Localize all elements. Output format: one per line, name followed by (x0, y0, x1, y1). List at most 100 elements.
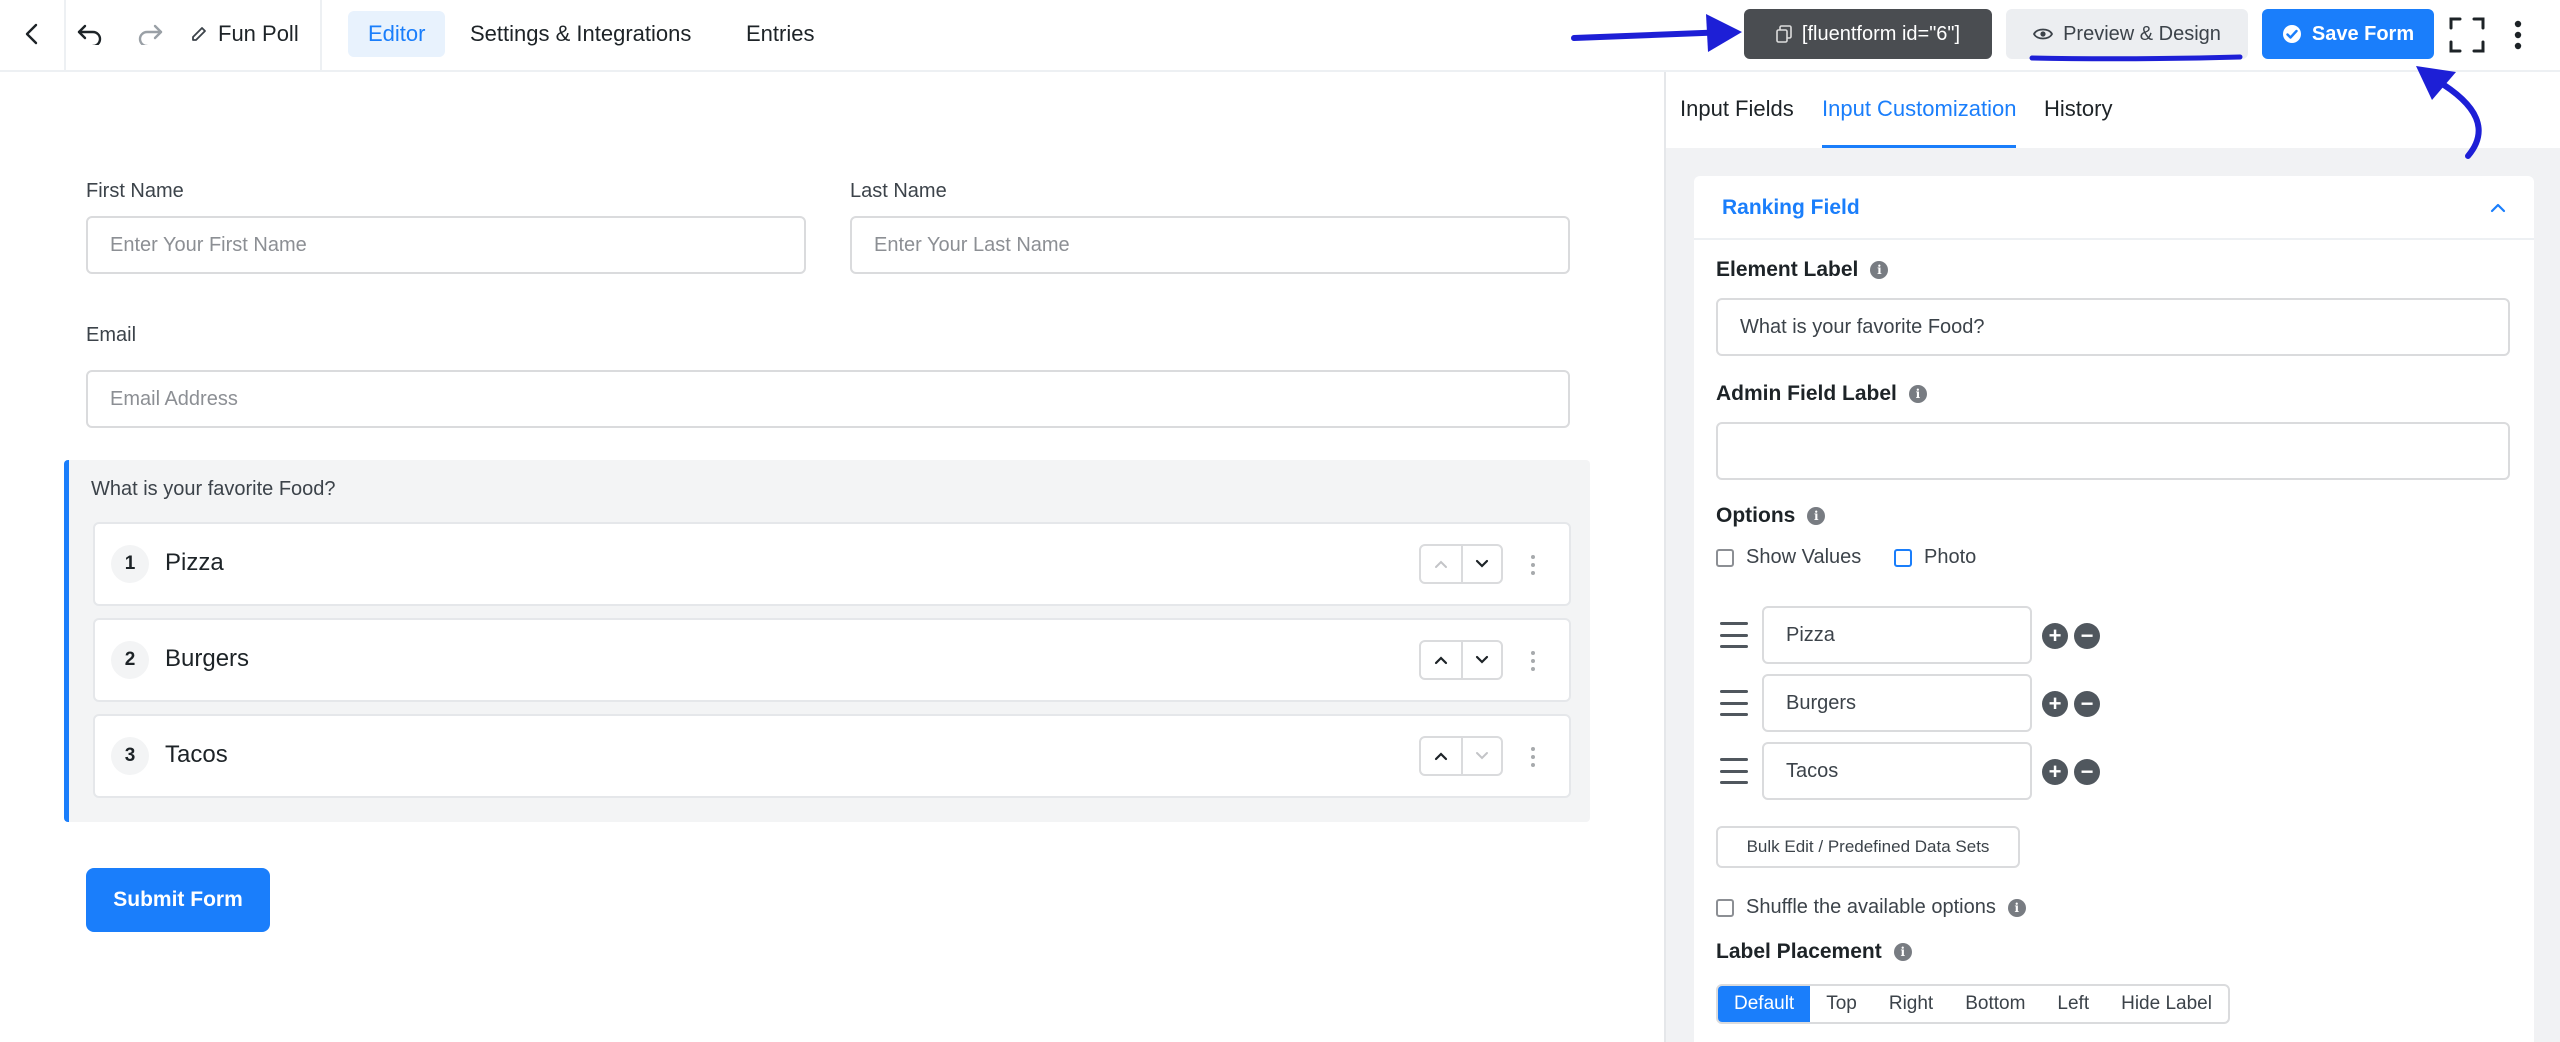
tab-input-customization[interactable]: Input Customization (1822, 96, 2017, 148)
option-input[interactable]: Pizza (1762, 606, 2032, 664)
save-form-button[interactable]: Save Form (2262, 9, 2434, 59)
fullscreen-icon[interactable] (2448, 16, 2486, 54)
drag-handle-icon[interactable] (1720, 690, 1748, 716)
panel-title: Ranking Field (1722, 196, 1860, 219)
checkbox-box[interactable] (1716, 548, 1734, 567)
option-input[interactable]: Burgers (1762, 674, 2032, 732)
rank-item-text: Tacos (165, 741, 228, 768)
first-name-label: First Name (86, 180, 184, 202)
placement-right[interactable]: Right (1873, 986, 1949, 1022)
redo-icon[interactable] (130, 14, 170, 54)
checkbox-box[interactable] (1716, 898, 1734, 917)
shuffle-options-label: Shuffle the available options (1746, 896, 1996, 918)
bulk-edit-button[interactable]: Bulk Edit / Predefined Data Sets (1716, 826, 2020, 868)
copy-icon (1776, 25, 1792, 43)
shortcode-text: [fluentform id="6"] (1801, 22, 1961, 45)
admin-field-label-title: Admin Field Label i (1716, 382, 1927, 406)
chevron-down-icon[interactable] (1460, 642, 1501, 678)
rank-number: 2 (111, 641, 149, 679)
drag-dots-icon[interactable] (1523, 546, 1543, 584)
ranking-question: What is your favorite Food? (91, 478, 336, 500)
more-vertical-icon[interactable] (2500, 16, 2536, 54)
form-title[interactable]: Fun Poll (190, 16, 299, 52)
element-label-input[interactable]: What is your favorite Food? (1716, 298, 2510, 356)
sidebar-tabs: Input Fields Input Customization History (1666, 72, 2560, 148)
rank-move-controls (1419, 640, 1503, 680)
ranking-item[interactable]: 2 Burgers (93, 618, 1571, 702)
placement-hide-label[interactable]: Hide Label (2105, 986, 2228, 1022)
email-input[interactable]: Email Address (86, 370, 1570, 428)
top-toolbar: Fun Poll Editor Settings & Integrations … (0, 0, 2560, 72)
chevron-down-icon[interactable] (1460, 546, 1501, 582)
undo-icon[interactable] (70, 14, 110, 54)
photo-checkbox[interactable]: Photo (1894, 546, 1976, 569)
tab-settings-integrations[interactable]: Settings & Integrations (450, 11, 711, 57)
form-title-text: Fun Poll (218, 21, 299, 46)
rank-move-controls (1419, 736, 1503, 776)
placement-top[interactable]: Top (1810, 986, 1873, 1022)
rank-number: 3 (111, 737, 149, 775)
tab-editor[interactable]: Editor (348, 11, 446, 57)
placement-default[interactable]: Default (1718, 986, 1811, 1022)
info-icon[interactable]: i (1807, 507, 1826, 525)
remove-option-icon[interactable]: − (2074, 623, 2100, 649)
show-values-label: Show Values (1746, 546, 1862, 568)
ranking-item[interactable]: 1 Pizza (93, 522, 1571, 606)
drag-handle-icon[interactable] (1720, 622, 1748, 648)
ranking-field-block[interactable]: What is your favorite Food? 1 Pizza 2 Bu… (64, 460, 1590, 822)
back-icon[interactable] (14, 16, 50, 52)
save-form-label: Save Form (2311, 22, 2415, 45)
placement-bottom[interactable]: Bottom (1949, 986, 2041, 1022)
chevron-up-icon[interactable] (2484, 194, 2512, 222)
add-option-icon[interactable]: + (2042, 691, 2068, 717)
toolbar-divider (64, 0, 66, 70)
info-icon[interactable]: i (1893, 943, 1912, 961)
option-input[interactable]: Tacos (1762, 742, 2032, 800)
label-placement-text: Label Placement (1716, 940, 1882, 963)
submit-form-button[interactable]: Submit Form (86, 868, 270, 932)
label-placement-group: Default Top Right Bottom Left Hide Label (1716, 984, 2230, 1024)
first-name-input[interactable]: Enter Your First Name (86, 216, 806, 274)
remove-option-icon[interactable]: − (2074, 759, 2100, 785)
placement-left[interactable]: Left (2041, 986, 2105, 1022)
shuffle-options-checkbox[interactable]: Shuffle the available options i (1716, 896, 2026, 919)
ranking-item[interactable]: 3 Tacos (93, 714, 1571, 798)
preview-design-button[interactable]: Preview & Design (2006, 9, 2248, 59)
chevron-up-icon[interactable] (1421, 738, 1461, 774)
tab-entries[interactable]: Entries (726, 11, 834, 57)
toolbar-divider (320, 0, 322, 70)
drag-dots-icon[interactable] (1523, 738, 1543, 776)
panel-header[interactable]: Ranking Field (1694, 176, 2534, 240)
tab-input-fields[interactable]: Input Fields (1680, 96, 1794, 148)
last-name-input[interactable]: Enter Your Last Name (850, 216, 1570, 274)
form-editor-canvas: First Name Enter Your First Name Last Na… (0, 72, 1664, 1042)
chevron-up-icon[interactable] (1421, 546, 1461, 582)
eye-icon (2033, 28, 2054, 40)
checkbox-box[interactable] (1894, 548, 1912, 567)
drag-handle-icon[interactable] (1720, 758, 1748, 784)
option-row: Burgers + − (1716, 674, 2136, 732)
email-label: Email (86, 324, 137, 346)
rank-item-text: Pizza (165, 549, 224, 576)
add-option-icon[interactable]: + (2042, 623, 2068, 649)
element-label-title: Element Label i (1716, 258, 1889, 282)
info-icon[interactable]: i (1870, 261, 1889, 279)
edit-icon (192, 27, 206, 41)
check-circle-icon (2282, 25, 2301, 43)
drag-dots-icon[interactable] (1523, 642, 1543, 680)
add-option-icon[interactable]: + (2042, 759, 2068, 785)
rank-number: 1 (111, 545, 149, 583)
chevron-up-icon[interactable] (1421, 642, 1461, 678)
admin-field-label-input[interactable] (1716, 422, 2510, 480)
tab-history[interactable]: History (2044, 96, 2112, 148)
info-icon[interactable]: i (1908, 385, 1927, 403)
rank-item-text: Burgers (165, 645, 250, 672)
chevron-down-icon[interactable] (1460, 738, 1501, 774)
rank-move-controls (1419, 544, 1503, 584)
info-icon[interactable]: i (2007, 898, 2026, 917)
label-placement-title: Label Placement i (1716, 940, 1912, 964)
shortcode-copy-button[interactable]: [fluentform id="6"] (1744, 9, 1992, 59)
remove-option-icon[interactable]: − (2074, 691, 2100, 717)
show-values-checkbox[interactable]: Show Values (1716, 546, 1861, 569)
option-row: Tacos + − (1716, 742, 2136, 800)
